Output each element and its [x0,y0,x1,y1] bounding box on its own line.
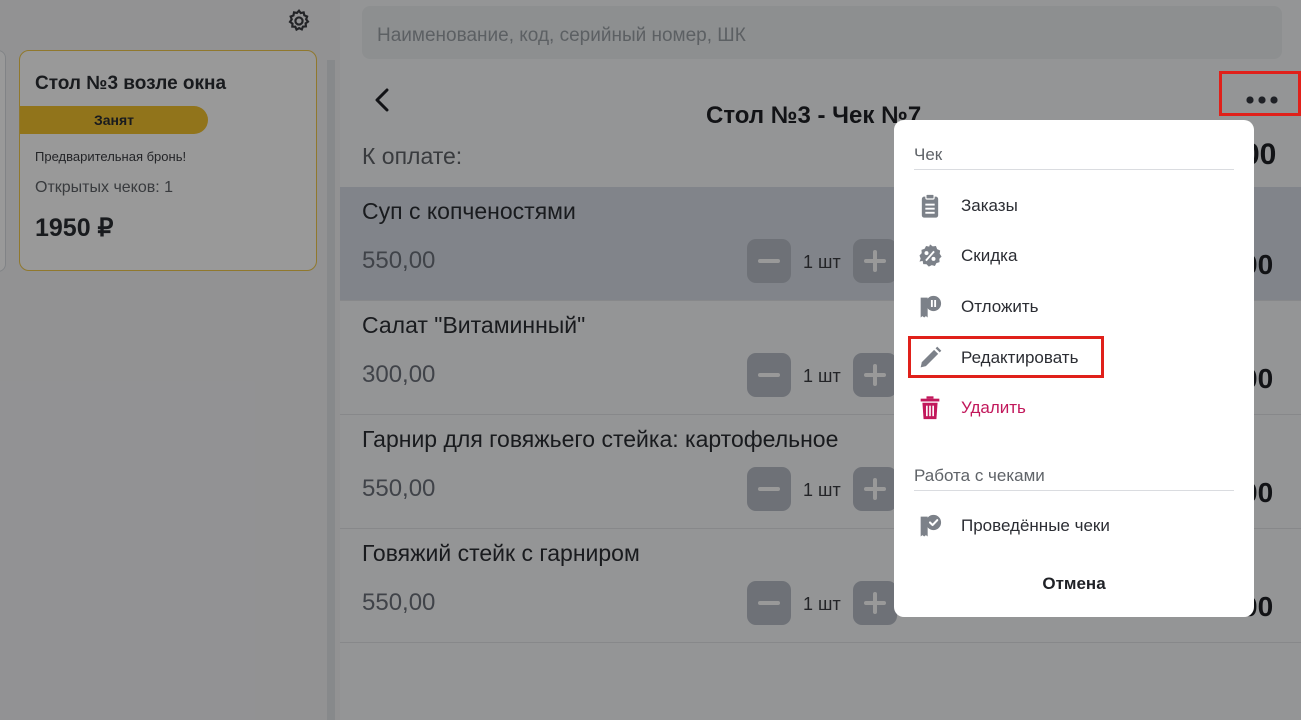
divider [914,490,1234,491]
menu-item-orders-label: Заказы [961,196,1018,215]
cancel-button[interactable]: Отмена [894,564,1254,604]
check-actions-menu: Чек Заказы Скидка Отложить Редактировать… [894,120,1254,617]
section-label-check: Чек [914,145,943,164]
menu-item-completed-checks[interactable]: Проведённые чеки [908,504,1238,548]
clipboard-icon [921,193,939,218]
menu-item-discount-label: Скидка [961,246,1018,265]
menu-item-discount[interactable]: Скидка [908,234,1238,278]
menu-item-completed-checks-label: Проведённые чеки [961,516,1110,535]
menu-item-postpone-label: Отложить [961,297,1039,316]
more-dots-icon[interactable] [1245,94,1279,106]
menu-item-delete[interactable]: Удалить [908,386,1238,430]
pause-receipt-icon [920,295,942,318]
check-receipt-icon [920,514,942,537]
trash-icon [920,396,940,420]
percent-badge-icon [919,244,942,267]
menu-item-orders[interactable]: Заказы [908,184,1238,228]
menu-item-delete-label: Удалить [961,398,1026,417]
menu-item-postpone[interactable]: Отложить [908,285,1238,329]
divider [914,169,1234,170]
section-label-work: Работа с чеками [914,466,1045,485]
highlight-edit-item [908,336,1104,378]
